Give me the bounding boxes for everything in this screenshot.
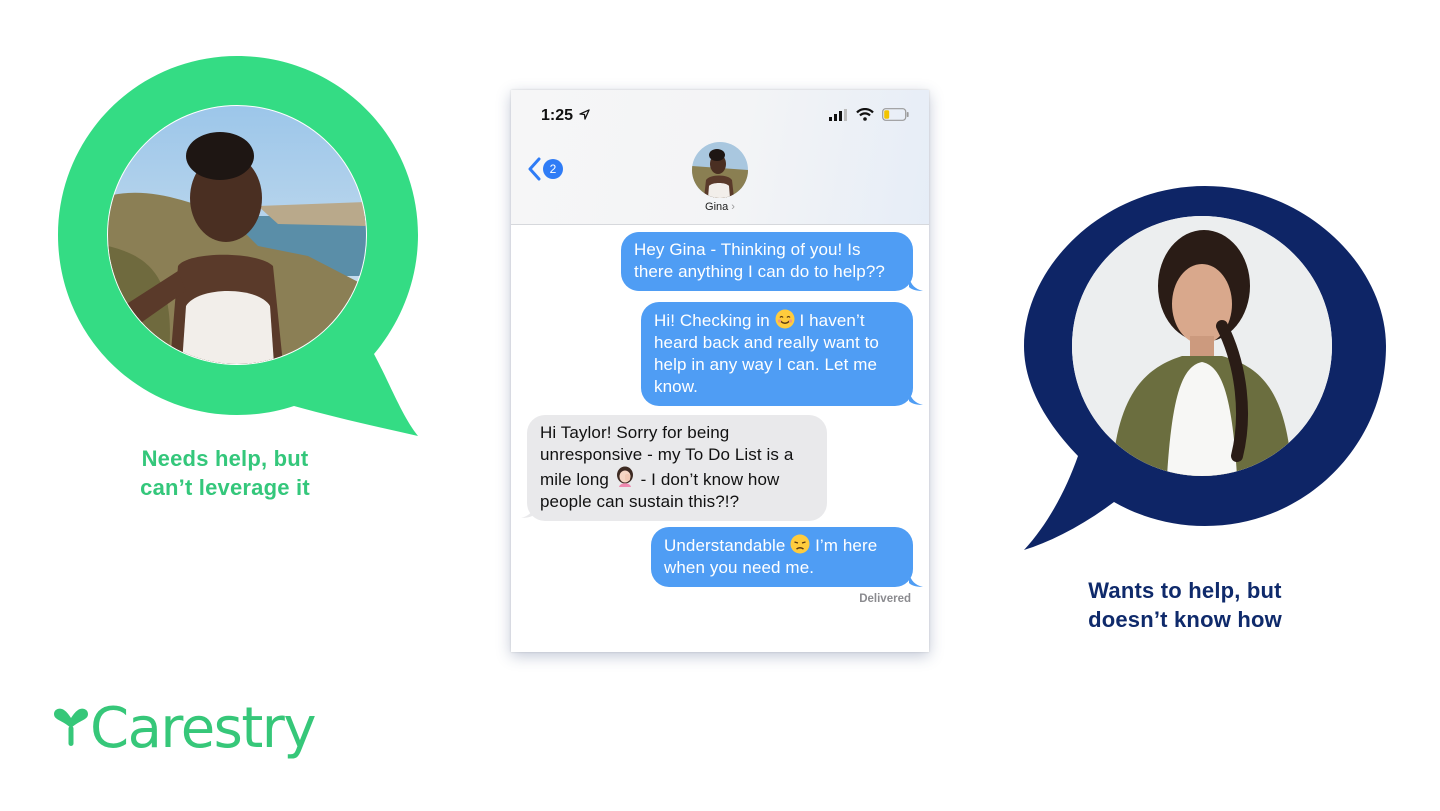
message-text-before: Understandable [664,536,786,555]
carestry-logo: Carestry [52,696,332,770]
caption-right-line2: doesn’t know how [1088,607,1282,632]
caption-right-line1: Wants to help, but [1088,578,1282,603]
woman-needs-help-photo [108,106,366,364]
contact-chevron-icon: › [731,201,735,213]
needs-help-caption: Needs help, but can’t leverage it [90,444,360,502]
logo-wordmark: Carestry [90,696,316,761]
status-time: 1:25 [541,107,591,125]
message-text-before: Hi! Checking in [654,311,770,330]
battery-icon [882,108,909,121]
conversation-header: 1:25 2 Gina › [511,90,929,225]
contact-name-text: Gina [705,201,729,213]
sad-emoji-icon [790,534,810,554]
unread-count-badge: 2 [543,159,563,179]
contact-avatar[interactable] [692,142,748,198]
caption-left-line1: Needs help, but [141,446,309,471]
delivered-status: Delivered [859,593,911,605]
wifi-icon [855,108,874,121]
outgoing-bubble-tail [909,277,923,291]
caption-left-line2: can’t leverage it [140,475,310,500]
needs-help-bubble [56,54,418,438]
wants-to-help-bubble [1022,184,1388,552]
back-button[interactable]: 2 [527,156,567,182]
imessage-screenshot: 1:25 2 Gina › Hey Gina - Thinking of you… [511,90,929,652]
incoming-message-1: Hi Taylor! Sorry for being unresponsive … [527,415,827,521]
outgoing-bubble-tail [909,573,923,587]
woman-facepalm-emoji-icon [616,466,633,487]
status-time-text: 1:25 [541,107,574,124]
woman-wants-to-help-photo [1072,216,1332,476]
smile-emoji-icon [775,309,795,329]
back-chevron-icon [528,157,541,181]
signal-icon [829,109,848,121]
status-icons [829,108,909,126]
contact-name[interactable]: Gina › [671,201,769,213]
outgoing-message-2: Hi! Checking in I haven’t heard back and… [641,302,913,406]
location-arrow-icon [579,109,591,120]
incoming-bubble-tail [521,504,535,518]
outgoing-message-3: Understandable I’m here when you need me… [651,527,913,587]
outgoing-message-1: Hey Gina - Thinking of you! Is there any… [621,232,913,291]
carestry-logo-icon [54,708,88,746]
outgoing-bubble-tail [909,391,923,405]
wants-to-help-caption: Wants to help, but doesn’t know how [1040,576,1330,634]
message-text: Hey Gina - Thinking of you! Is there any… [634,240,885,281]
